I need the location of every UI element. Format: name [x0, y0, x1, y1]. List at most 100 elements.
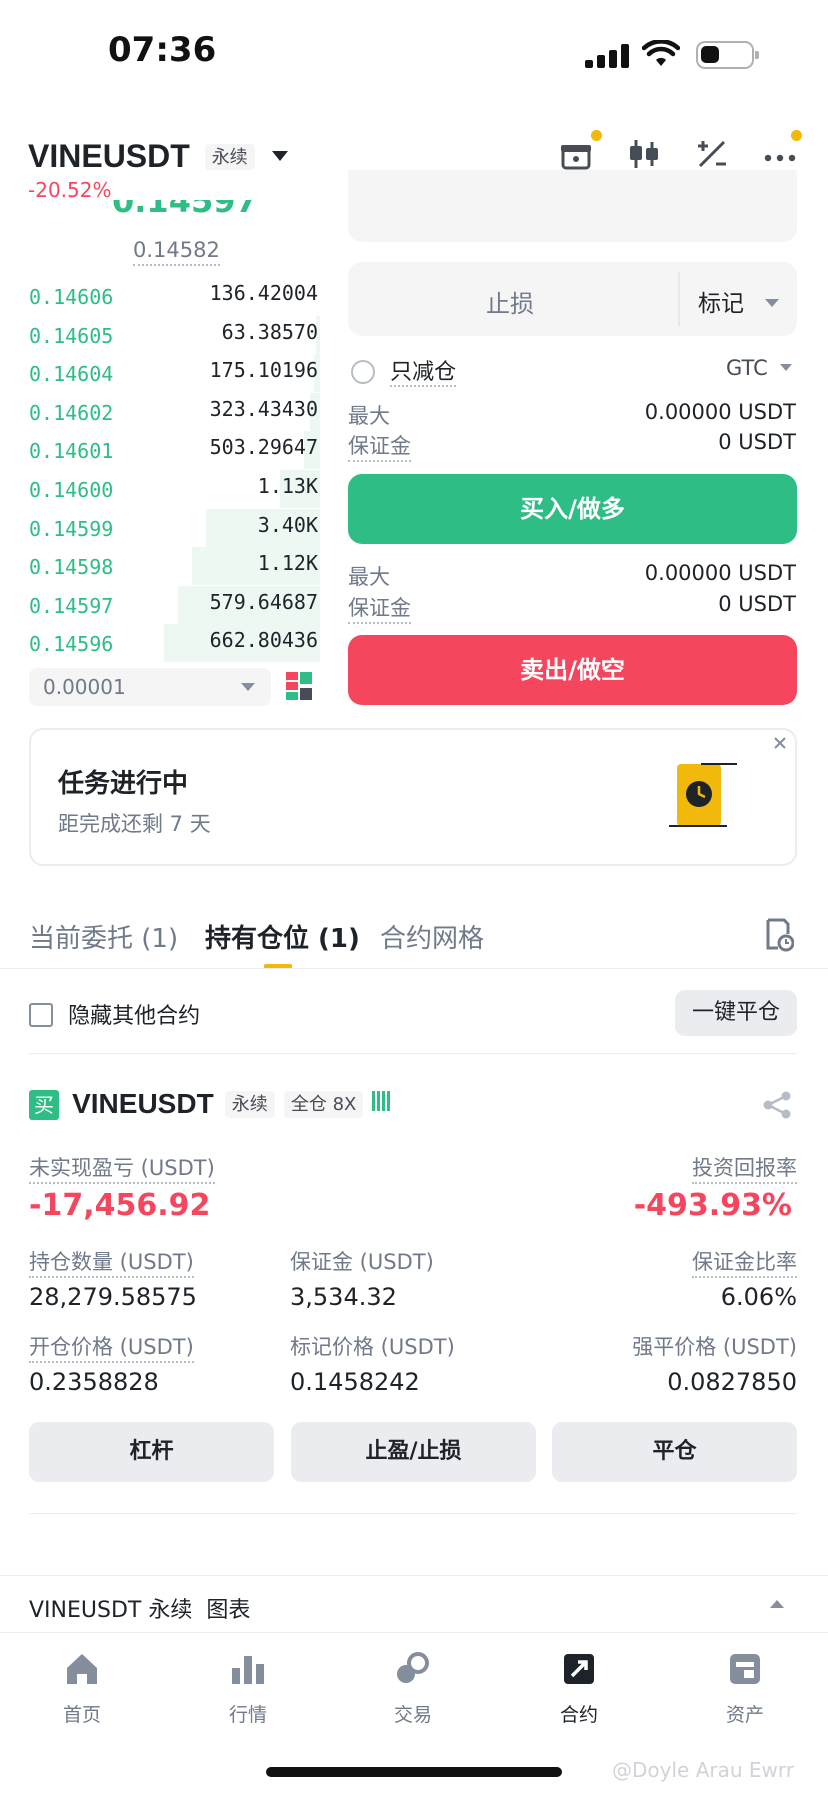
- bid-price: 0.14605: [29, 323, 114, 348]
- order-book-row[interactable]: 0.14601 503.29647: [0, 431, 320, 470]
- margin-mode-tag: 全仓 8X: [283, 1091, 364, 1118]
- bid-qty: 136.42004: [209, 281, 318, 305]
- calculator-icon[interactable]: [694, 136, 730, 172]
- close-all-button[interactable]: 一键平仓: [675, 990, 797, 1036]
- mark-price-value: 0.1458242: [290, 1368, 420, 1396]
- bid-price: 0.14600: [29, 478, 114, 502]
- nav-label: 合约: [559, 1704, 598, 1726]
- liquidation-price-value: 0.0827850: [667, 1368, 797, 1396]
- order-book: 0.14597 0.14582 0.14606 136.42004 0.14605 6…: [0, 200, 330, 720]
- buy-long-button[interactable]: 买入/做多: [348, 474, 797, 544]
- close-icon[interactable]: [773, 736, 787, 750]
- reduce-only-option[interactable]: 只减仓: [351, 354, 457, 387]
- nav-label: 交易: [393, 1704, 432, 1726]
- bid-price: 0.14602: [29, 400, 114, 425]
- tab-positions[interactable]: 持有仓位 (1): [205, 918, 360, 955]
- order-book-row[interactable]: 0.14599 3.40K: [0, 508, 320, 547]
- order-book-row[interactable]: 0.14596 662.80436: [0, 624, 320, 663]
- tpsl-button[interactable]: 止盈/止损: [291, 1422, 536, 1482]
- cellular-signal-icon: [585, 44, 629, 68]
- chart-bar[interactable]: VINEUSDT 永续 图表: [0, 1576, 828, 1632]
- reduce-only-radio[interactable]: [351, 360, 375, 384]
- margin-ratio-value: 6.06%: [720, 1283, 797, 1311]
- tif-value: GTC: [726, 356, 768, 380]
- gift-icon[interactable]: [558, 130, 602, 172]
- divider: [29, 1513, 797, 1514]
- bid-qty: 175.10196: [209, 358, 318, 383]
- bid-qty: 503.29647: [209, 435, 318, 460]
- sell-short-button[interactable]: 卖出/做空: [348, 635, 797, 705]
- nav-futures[interactable]: 合约: [524, 1650, 634, 1727]
- nav-assets[interactable]: 资产: [690, 1650, 800, 1727]
- caret-down-icon: [765, 299, 780, 307]
- caret-down-icon: [780, 364, 793, 371]
- buy-max-value: 0.00000 USDT: [644, 400, 796, 424]
- more-icon[interactable]: [762, 130, 802, 172]
- home-icon: [67, 1654, 97, 1684]
- entry-price-value: 0.2358828: [29, 1368, 159, 1396]
- caret-down-icon: [271, 151, 288, 161]
- close-position-button[interactable]: 平仓: [552, 1422, 797, 1482]
- status-time: 07:36: [108, 30, 217, 70]
- buy-max-label: 最大: [348, 404, 390, 428]
- time-in-force-select[interactable]: GTC: [726, 356, 793, 380]
- tab-open-orders[interactable]: 当前委托 (1): [29, 918, 178, 955]
- roi-label: 投资回报率: [692, 1152, 797, 1184]
- nav-markets[interactable]: 行情: [193, 1650, 303, 1727]
- bid-qty: 63.38570: [221, 319, 318, 344]
- order-book-row[interactable]: 0.14597 579.64687: [0, 585, 320, 624]
- buy-margin-label: 保证金: [348, 430, 411, 462]
- order-book-row[interactable]: 0.14602 323.43430: [0, 392, 320, 431]
- roi-value: -493.93%: [633, 1188, 792, 1223]
- divider: [0, 968, 828, 969]
- caret-down-icon: [241, 683, 255, 691]
- signal-bars-icon: [372, 1091, 391, 1115]
- bid-price: 0.14596: [29, 632, 114, 657]
- candlestick-icon[interactable]: [626, 136, 662, 172]
- bid-price: 0.14599: [29, 516, 114, 541]
- order-book-row[interactable]: 0.14604 175.10196: [0, 354, 320, 393]
- trade-icon: [397, 1652, 429, 1683]
- sell-margin-value: 0 USDT: [718, 592, 796, 616]
- buy-margin-value: 0 USDT: [718, 430, 796, 454]
- contract-type-tag: 永续: [224, 1091, 275, 1118]
- price-change: -20.52%: [28, 178, 112, 202]
- unrealized-pnl-value: -17,456.92: [29, 1188, 211, 1223]
- bid-price: 0.14606: [29, 285, 114, 309]
- wallet-icon: [730, 1654, 760, 1684]
- take-profit-input[interactable]: [348, 170, 797, 242]
- stop-loss-input[interactable]: 止损 标记: [348, 262, 797, 336]
- order-book-row[interactable]: 0.14606 136.42004: [0, 277, 320, 315]
- precision-value: 0.00001: [43, 675, 126, 699]
- position-symbol[interactable]: VINEUSDT: [72, 1088, 214, 1119]
- bid-qty: 579.64687: [209, 589, 318, 614]
- stop-loss-placeholder: 止损: [486, 290, 534, 318]
- order-book-row[interactable]: 0.14600 1.13K: [0, 470, 320, 508]
- futures-icon: [564, 1654, 594, 1684]
- bid-qty: 1.12K: [257, 551, 318, 576]
- side-badge: 买: [29, 1090, 59, 1120]
- trigger-type-select[interactable]: 标记: [698, 284, 780, 318]
- task-card[interactable]: 任务进行中 距完成还剩 7 天: [29, 728, 797, 866]
- sell-max-label: 最大: [348, 565, 390, 589]
- hide-other-contracts[interactable]: 隐藏其他合约: [29, 998, 200, 1030]
- nav-trade[interactable]: 交易: [358, 1650, 468, 1727]
- hide-other-checkbox[interactable]: [29, 1003, 53, 1027]
- nav-label: 行情: [228, 1704, 267, 1726]
- order-book-row[interactable]: 0.14605 63.38570: [0, 315, 320, 354]
- order-history-icon[interactable]: [764, 918, 794, 952]
- depth-precision-select[interactable]: 0.00001: [29, 668, 271, 706]
- tab-futures-grid[interactable]: 合约网格: [380, 918, 484, 955]
- symbol-name: VINEUSDT: [28, 138, 190, 174]
- reduce-only-label: 只减仓: [390, 360, 457, 387]
- wifi-icon: [642, 40, 680, 66]
- unrealized-pnl-label: 未实现盈亏 (USDT): [29, 1152, 215, 1184]
- mark-price-label: 标记价格 (USDT): [290, 1335, 455, 1359]
- order-book-row[interactable]: 0.14598 1.12K: [0, 547, 320, 586]
- book-layout-icon[interactable]: [286, 672, 314, 700]
- leverage-button[interactable]: 杠杆: [29, 1422, 274, 1482]
- nav-home[interactable]: 首页: [27, 1650, 137, 1727]
- share-icon[interactable]: [762, 1090, 792, 1120]
- home-indicator: [266, 1767, 562, 1777]
- symbol-title[interactable]: VINEUSDT 永续: [28, 138, 288, 175]
